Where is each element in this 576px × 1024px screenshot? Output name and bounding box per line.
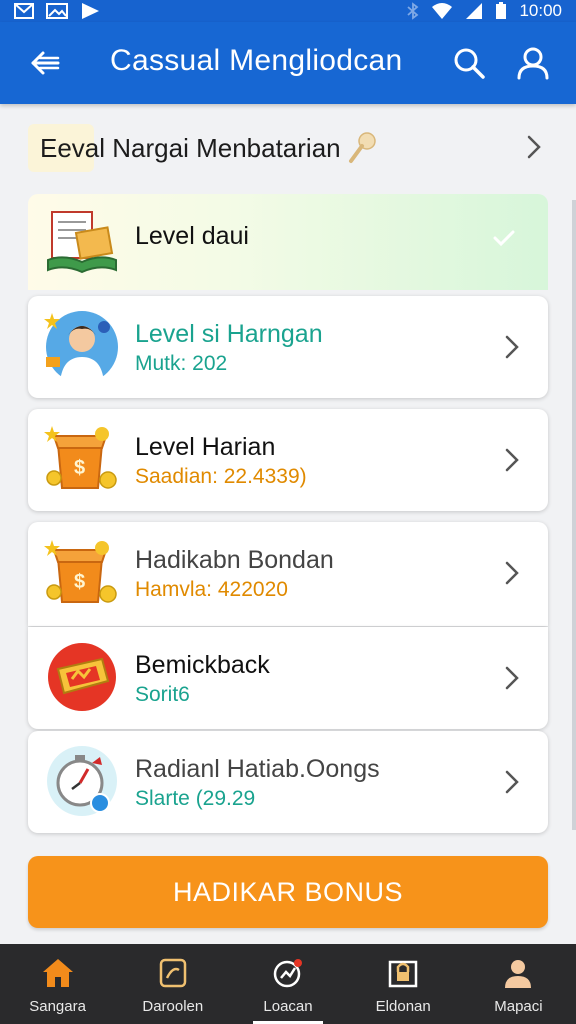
list-item-subtitle: Slarte (29.29: [135, 787, 256, 810]
list-item-level-si-harngan[interactable]: Level si Harngan Mutk: 202: [28, 296, 548, 398]
list-item-subtitle: Hamvla: 422020: [135, 578, 288, 601]
nav-label: Daroolen: [142, 998, 204, 1015]
book-scroll-icon: [47, 211, 117, 274]
user-icon[interactable]: [516, 46, 550, 80]
list-item-level-daui[interactable]: Level daui: [28, 194, 548, 290]
list-item-level-harian[interactable]: $ Level Harian Saadian: 22.4339): [28, 409, 548, 511]
chevron-right-icon[interactable]: [504, 447, 520, 473]
list-item-title: Radianl Hatiab.Oongs: [135, 755, 380, 783]
key-icon: [348, 132, 376, 163]
list-item-title: Level daui: [135, 222, 249, 250]
app-bar: Cassual Mengliodcan: [0, 22, 576, 104]
chevron-right-icon[interactable]: [526, 134, 542, 160]
checkmark-icon: [493, 230, 515, 247]
back-arrow-icon[interactable]: [28, 46, 62, 80]
svg-text:$: $: [74, 457, 85, 479]
list-item-title: Bemickback: [135, 651, 270, 679]
chevron-right-icon[interactable]: [504, 334, 520, 360]
gift-box-icon: $: [44, 540, 117, 603]
nav-label: Sangara: [29, 998, 86, 1015]
list-item-radianl-hatiab[interactable]: Radianl Hatiab.Oongs Slarte (29.29: [28, 731, 548, 833]
wifi-icon: [432, 3, 453, 19]
list-item-bemickback[interactable]: Bemickback Sorit6: [28, 627, 548, 729]
nav-item-sangara[interactable]: Sangara: [0, 944, 115, 1024]
section-header[interactable]: Eeval Nargai Menbatarian: [28, 118, 548, 178]
section-label: Eeval Nargai Menbatarian: [40, 132, 341, 163]
mail-icon: [14, 3, 34, 19]
nav-item-eldonan[interactable]: Eldonan: [346, 944, 461, 1024]
card-icon: [159, 958, 187, 988]
play-icon: [82, 3, 99, 19]
nav-item-daroolen[interactable]: Daroolen: [115, 944, 230, 1024]
ticket-badge-icon: [48, 643, 116, 711]
nav-label: Loacan: [263, 998, 313, 1015]
profile-icon: [505, 960, 532, 988]
person-avatar-icon: [44, 311, 118, 383]
lock-icon: [388, 960, 418, 988]
stopwatch-icon: [47, 746, 117, 816]
gift-box-icon: $: [44, 426, 117, 489]
list-item-subtitle: Sorit6: [135, 683, 190, 706]
list-item-subtitle: Mutk: 202: [135, 352, 228, 375]
app-title: Cassual Mengliodcan: [110, 44, 403, 77]
search-icon[interactable]: [452, 46, 486, 80]
svg-text:$: $: [74, 571, 85, 593]
status-time: 10:00: [519, 1, 562, 20]
list-item-hadikabn-bondan[interactable]: $ Hadikabn Bondan Hamvla: 422020: [28, 522, 548, 626]
image-icon: [46, 3, 68, 19]
chevron-right-icon[interactable]: [504, 665, 520, 691]
bluetooth-icon: [407, 2, 419, 20]
bottom-nav: Sangara Daroolen Loacan Eldonan Mapaci: [0, 944, 576, 1024]
bonus-button[interactable]: HADIKAR BONUS: [28, 856, 548, 928]
chart-icon: [273, 959, 302, 988]
signal-icon: [466, 3, 483, 19]
home-icon: [42, 959, 73, 987]
battery-icon: [496, 2, 507, 19]
list-item-title: Hadikabn Bondan: [135, 546, 334, 574]
nav-item-mapaci[interactable]: Mapaci: [461, 944, 576, 1024]
chevron-right-icon[interactable]: [504, 560, 520, 586]
nav-label: Eldonan: [375, 998, 431, 1015]
list-item-subtitle: Saadian: 22.4339): [135, 465, 307, 488]
scrollbar[interactable]: [572, 200, 576, 830]
nav-item-loacan[interactable]: Loacan: [230, 944, 345, 1024]
list-item-title: Level si Harngan: [135, 320, 323, 348]
nav-label: Mapaci: [494, 998, 543, 1015]
status-bar: 10:00: [0, 0, 576, 22]
list-item-title: Level Harian: [135, 433, 276, 461]
chevron-right-icon[interactable]: [504, 769, 520, 795]
